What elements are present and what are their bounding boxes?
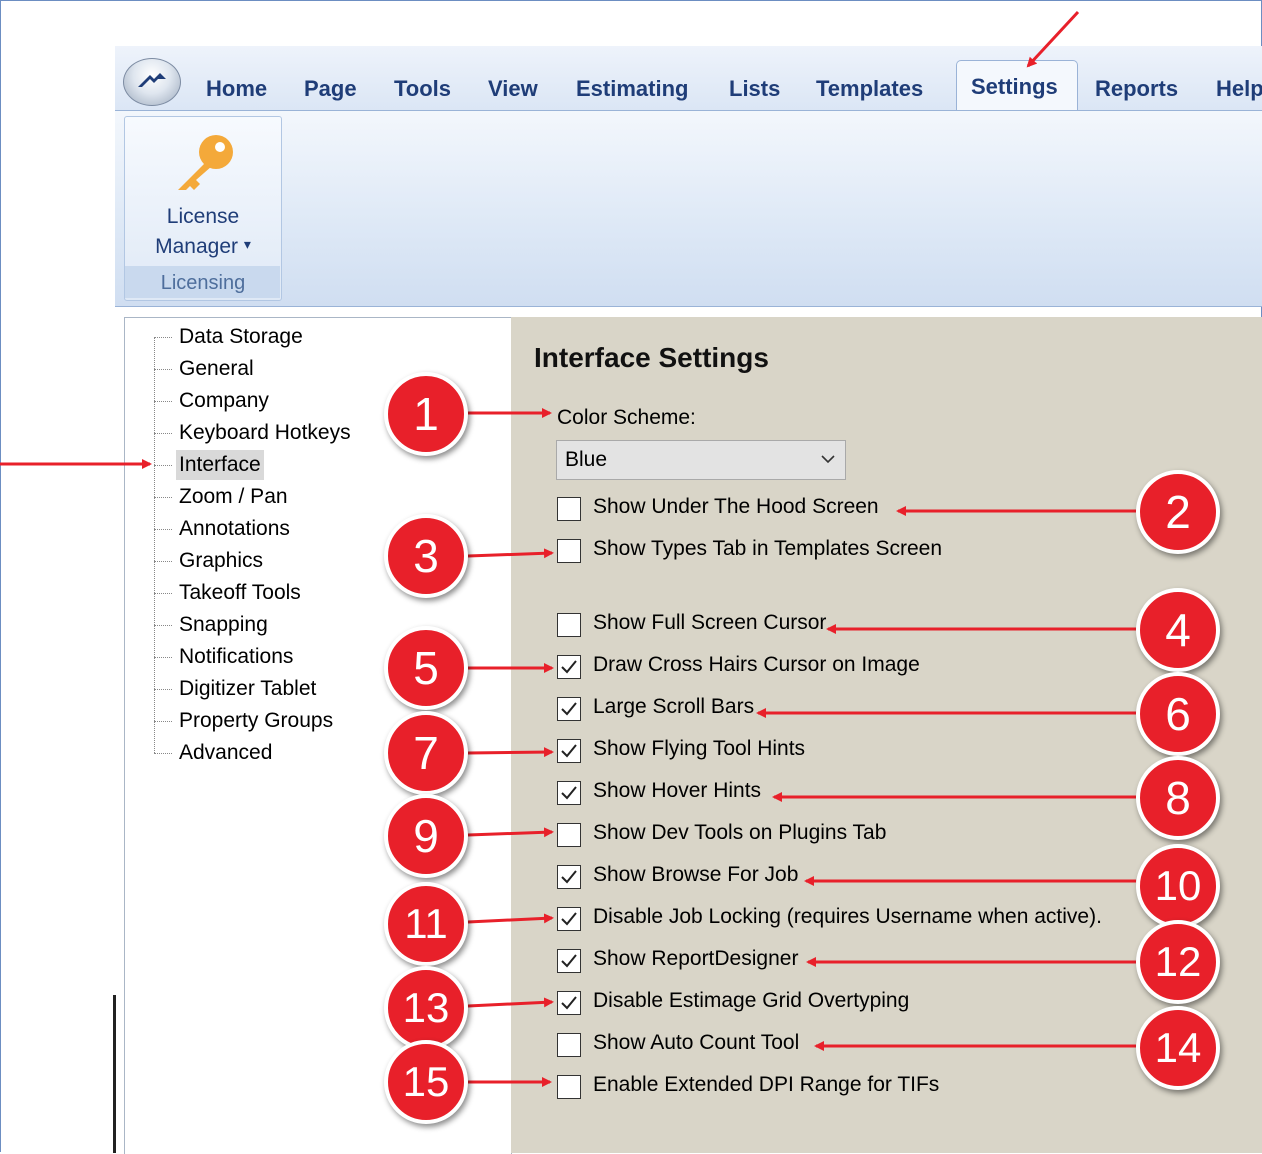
annotation-arrows: [0, 10, 1136, 1087]
badge-10: 10: [1136, 844, 1220, 928]
badge-3: 3: [384, 514, 468, 598]
badge-7: 7: [384, 711, 468, 795]
badge-12: 12: [1136, 920, 1220, 1004]
badge-15: 15: [384, 1040, 468, 1124]
badge-4: 4: [1136, 588, 1220, 672]
arrow-to-settings-tab: [1026, 10, 1080, 68]
arrow-7: [467, 747, 554, 758]
badge-9: 9: [384, 794, 468, 878]
badge-1: 1: [384, 372, 468, 456]
arrow-13: [467, 997, 554, 1008]
badge-8: 8: [1136, 756, 1220, 840]
badge-5: 5: [384, 626, 468, 710]
badge-2: 2: [1136, 470, 1220, 554]
arrow-9: [467, 827, 554, 838]
badge-11: 11: [384, 882, 468, 966]
badge-6: 6: [1136, 672, 1220, 756]
badge-14: 14: [1136, 1006, 1220, 1090]
arrow-11: [467, 913, 554, 924]
arrow-3: [467, 548, 554, 559]
badge-13: 13: [384, 966, 468, 1050]
